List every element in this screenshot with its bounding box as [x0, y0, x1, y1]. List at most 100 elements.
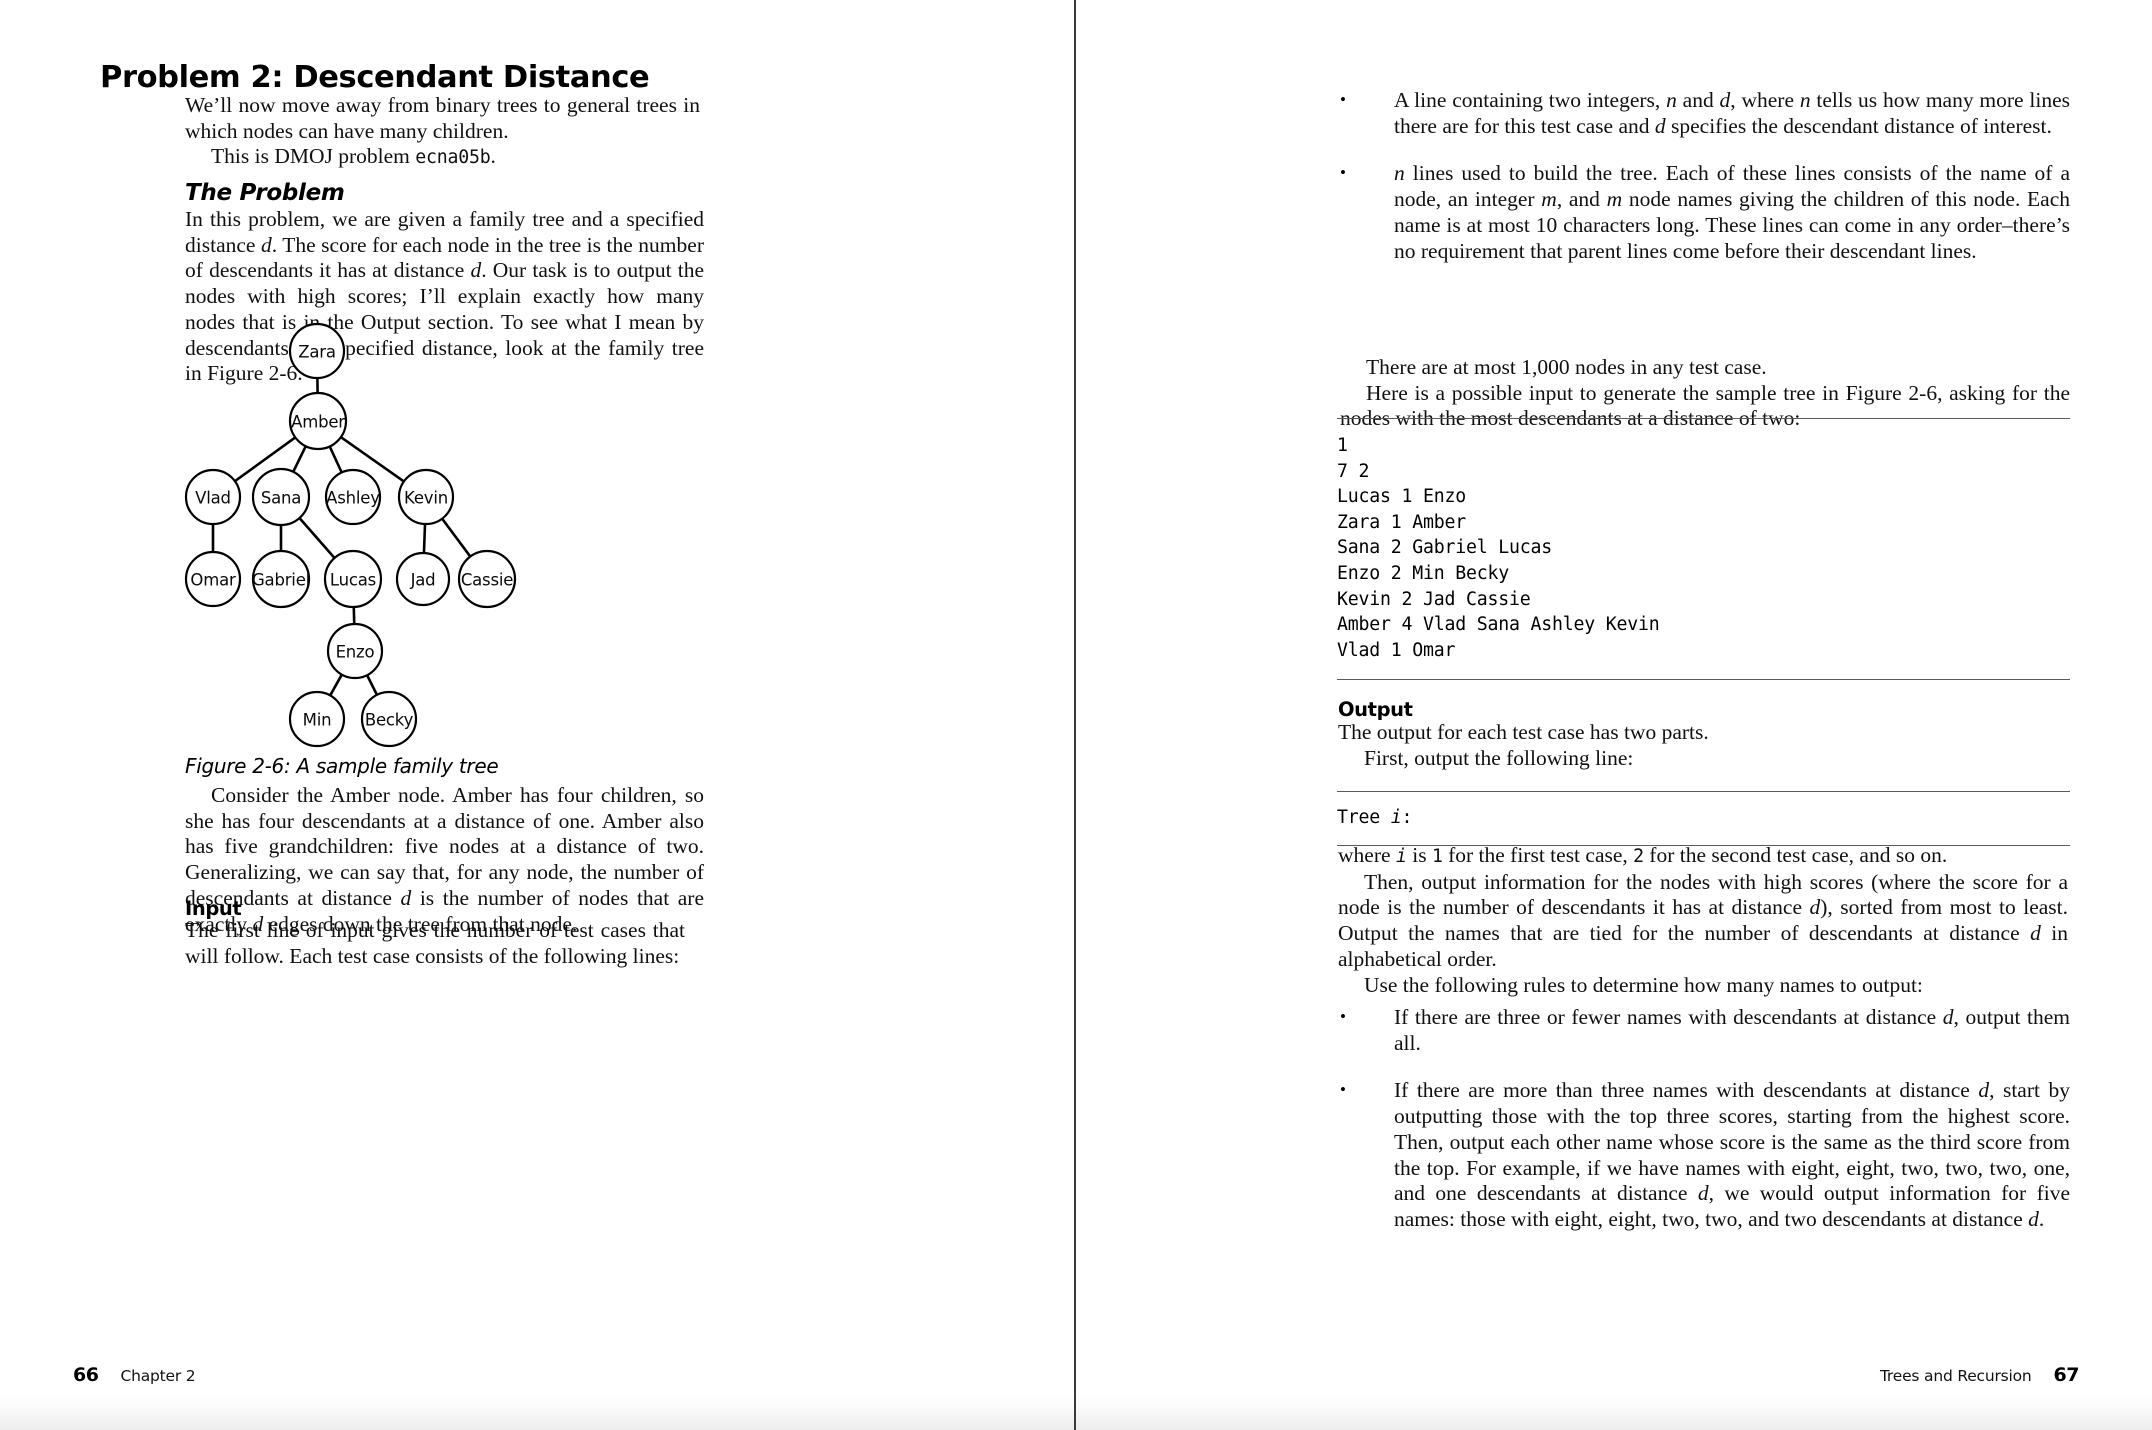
input-paragraph-block: The first line of input gives the number…: [185, 918, 685, 969]
tree-node-label: Becky: [365, 711, 414, 730]
tree-node-label: Sana: [261, 489, 301, 508]
list-item: n lines used to build the tree. Each of …: [1340, 160, 2070, 264]
tree-node-zara: Zara: [288, 322, 346, 380]
tree-edge: [328, 444, 344, 474]
rule-1-p1: If there are more than three names with …: [1394, 1078, 1979, 1103]
tree-node-omar: Omar: [184, 550, 242, 608]
then-var-d1: d: [1809, 895, 1821, 920]
section-heading-the-problem-wrap: The Problem: [185, 180, 345, 206]
input-format-bullet-list: A line containing two integers, n and d,…: [1340, 87, 2070, 264]
output-intro-line2: First, output the following line:: [1364, 745, 1634, 770]
left-page-bottom-shadow: [0, 1392, 1074, 1430]
nodes-limit-note: There are at most 1,000 nodes in any tes…: [1366, 355, 1767, 379]
sample-input-code-block: 1 7 2 Lucas 1 Enzo Zara 1 Amber Sana 2 Gabri…: [1337, 418, 2070, 681]
tree-node-enzo: Enzo: [326, 622, 384, 680]
intro-paragraph: We’ll now move away from binary trees to…: [185, 93, 700, 144]
output-format-code-line: Tree i:: [1337, 805, 2070, 831]
bullet-0-p5: specifies the descendant distance of int…: [1665, 113, 2052, 138]
tree-node-label: Min: [303, 711, 332, 730]
code-line: Lucas 1 Enzo: [1337, 486, 1466, 508]
tree-node-vlad: Vlad: [184, 468, 242, 526]
rule-1-var-d1: d: [1978, 1078, 1990, 1103]
code-line: 7 2: [1337, 460, 1370, 482]
dmoj-suffix: .: [490, 144, 496, 169]
where-i-line: where i is 1 for the first test case, 2 …: [1338, 843, 2068, 870]
bullet-0-var-n2: n: [1799, 88, 1811, 112]
tree-node-kevin: Kevin: [397, 468, 455, 526]
output-code-var-i: i: [1390, 807, 1402, 828]
output-rules-bullets: If there are three or fewer names with d…: [1340, 1004, 2070, 1233]
tree-node-label: Kevin: [404, 489, 448, 508]
bullet-1-p3: , and: [1556, 187, 1607, 212]
code-line: Kevin 2 Jad Cassie: [1337, 588, 1531, 610]
left-page-number: 66: [73, 1364, 99, 1386]
where-p4: for the second test case, and so on.: [1643, 843, 1948, 867]
page-title-block: Problem 2: Descendant Distance: [100, 60, 900, 95]
family-tree-diagram: Zara Amber Vlad Sana Ashley Kevin Omar Gabriel L…: [184, 322, 517, 748]
tree-node-lucas: Lucas: [323, 549, 383, 609]
bullet-1-var-n: n: [1394, 161, 1405, 186]
code-line: 1: [1337, 435, 1348, 456]
tree-node-becky: Becky: [360, 690, 418, 748]
output-code-prefix: Tree: [1337, 807, 1391, 828]
tree-edge: [440, 517, 472, 559]
dmoj-problem-code: ecna05b: [415, 147, 491, 169]
tree-node-label: Vlad: [195, 489, 231, 508]
bullet-0-var-n: n: [1666, 88, 1677, 112]
section-heading-output-wrap: Output: [1338, 698, 1413, 721]
output-format-code-block: Tree i:: [1337, 791, 2070, 846]
amber-paragraph: Consider the Amber node. Amber has four …: [185, 783, 704, 937]
where-p1: where: [1338, 843, 1396, 867]
tree-node-amber: Amber: [288, 391, 348, 451]
bullet-0-var-d2: d: [1654, 113, 1666, 138]
code-line: Enzo 2 Min Becky: [1337, 562, 1509, 584]
tree-node-label: Zara: [298, 343, 336, 362]
tree-node-ashley: Ashley: [324, 468, 382, 526]
figure-2-6: Zara Amber Vlad Sana Ashley Kevin Omar Gabriel L…: [180, 318, 710, 758]
amber-paragraph-block: Consider the Amber node. Amber has four …: [185, 783, 704, 937]
right-page-number: 67: [2053, 1364, 2080, 1386]
rule-0-var-d: d: [1942, 1005, 1954, 1029]
tree-node-label: Lucas: [330, 571, 376, 590]
tree-edge: [422, 522, 427, 555]
output-explanation-block: where i is 1 for the first test case, 2 …: [1338, 843, 2068, 998]
tree-node-label: Ashley: [326, 489, 380, 508]
where-var-i: i: [1395, 846, 1407, 867]
list-item: If there are more than three names with …: [1340, 1077, 2070, 1232]
where-p3: for the first test case,: [1442, 843, 1634, 867]
tree-node-label: Jad: [410, 571, 436, 590]
tree-edge: [365, 673, 379, 697]
tree-node-gabriel: Gabriel: [251, 549, 310, 609]
bullet-1-var-m2: m: [1606, 187, 1623, 212]
sample-input-code-lines: 1 7 2 Lucas 1 Enzo Zara 1 Amber Sana 2 Gabri…: [1337, 433, 2070, 663]
section-heading-input: Input: [185, 897, 242, 920]
list-item: If there are three or fewer names with d…: [1340, 1004, 2070, 1056]
then-output-paragraph: Then, output information for the nodes w…: [1338, 870, 2068, 973]
output-intro-block: The output for each test case has two pa…: [1338, 720, 2068, 771]
left-running-head: Chapter 2: [120, 1367, 196, 1385]
output-rules-bullet-list: If there are three or fewer names with d…: [1340, 1004, 2070, 1233]
dmoj-prefix: This is DMOJ problem: [211, 144, 416, 169]
tree-edge: [352, 605, 356, 626]
rule-1-var-d3: d: [2028, 1206, 2039, 1231]
code-line: Vlad 1 Omar: [1337, 639, 1456, 661]
tree-node-label: Enzo: [336, 643, 375, 662]
then-var-d2: d: [2030, 921, 2041, 946]
output-intro-line1: The output for each test case has two pa…: [1338, 720, 1709, 744]
left-page-footer: 66 Chapter 2: [73, 1364, 196, 1386]
section-heading-input-wrap: Input: [185, 897, 242, 920]
right-running-head: Trees and Recursion: [1879, 1367, 2032, 1385]
code-line: Sana 2 Gabriel Lucas: [1337, 537, 1552, 559]
tree-node-label: Gabriel: [252, 571, 310, 590]
section-heading-output: Output: [1338, 698, 1413, 721]
where-num-1: 1: [1431, 846, 1443, 867]
problem-paragraph-var-d1: d: [260, 232, 272, 257]
section-heading-the-problem: The Problem: [185, 180, 345, 206]
left-page: Problem 2: Descendant Distance We’ll now…: [0, 0, 1076, 1430]
list-item: A line containing two integers, n and d,…: [1340, 87, 2070, 139]
rule-0-p1: If there are three or fewer names with d…: [1394, 1005, 1943, 1029]
code-line: Amber 4 Vlad Sana Ashley Kevin: [1337, 614, 1660, 636]
tree-node-sana: Sana: [251, 467, 311, 527]
tree-node-label: Amber: [291, 413, 345, 432]
bullet-1-var-m: m: [1541, 187, 1557, 212]
